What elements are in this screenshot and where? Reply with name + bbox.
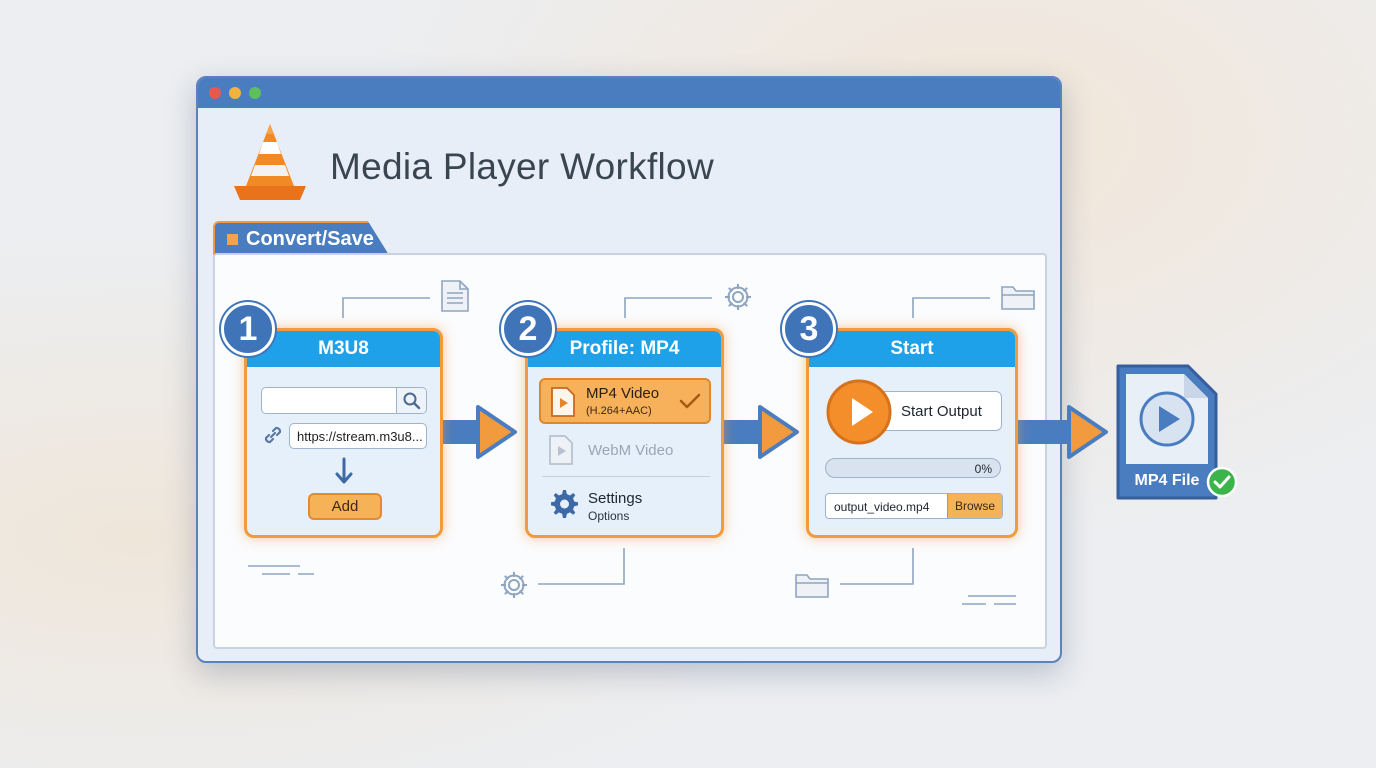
search-icon <box>403 392 421 410</box>
url-value: https://stream.m3u8... <box>297 429 423 444</box>
link-icon <box>264 426 282 444</box>
checkmark-icon <box>679 393 701 409</box>
step-card-profile: Profile: MP4 MP4 Video (H.264+AAC) WebM … <box>525 328 724 538</box>
settings-options-button[interactable]: Settings Options <box>539 483 711 525</box>
video-file-icon <box>549 435 573 465</box>
add-button[interactable]: Add <box>308 493 382 520</box>
gear-icon <box>551 490 578 518</box>
output-file-label: MP4 File <box>1134 472 1200 489</box>
option-subtitle: (H.264+AAC) <box>586 405 652 417</box>
option-title: MP4 Video <box>586 385 660 402</box>
filename-value: output_video.mp4 <box>834 500 930 514</box>
step-number-badge: 1 <box>221 302 275 356</box>
profile-option-mp4[interactable]: MP4 Video (H.264+AAC) <box>539 378 711 424</box>
step-card-m3u8: M3U8 https://stream.m3u8... Add <box>244 328 443 538</box>
mp4-file-output: MP4 File <box>1114 362 1220 502</box>
output-filename-input[interactable]: output_video.mp4 Browse <box>825 493 1003 519</box>
settings-subtitle: Options <box>588 509 630 523</box>
step-number-badge: 3 <box>782 302 836 356</box>
divider <box>542 476 710 477</box>
settings-title: Settings <box>588 490 643 507</box>
video-file-icon <box>551 387 575 417</box>
start-output-label: Start Output <box>901 403 982 420</box>
profile-option-webm[interactable]: WebM Video <box>539 431 711 469</box>
step-title: Profile: MP4 <box>528 331 721 367</box>
step-title: M3U8 <box>247 331 440 367</box>
progress-bar: 0% <box>825 458 1001 478</box>
step-title: Start <box>809 331 1015 367</box>
down-arrow-icon <box>335 457 353 484</box>
search-input[interactable] <box>261 387 427 414</box>
url-input[interactable]: https://stream.m3u8... <box>289 423 427 449</box>
play-icon[interactable] <box>825 378 893 446</box>
step-card-start: Start Start Output 0% output_video.mp4 B… <box>806 328 1018 538</box>
option-title: WebM Video <box>588 442 674 459</box>
search-button[interactable] <box>396 388 426 413</box>
progress-text: 0% <box>974 462 992 476</box>
check-circle-icon <box>1206 466 1238 498</box>
browse-button[interactable]: Browse <box>947 494 1002 518</box>
step-number-badge: 2 <box>501 302 555 356</box>
